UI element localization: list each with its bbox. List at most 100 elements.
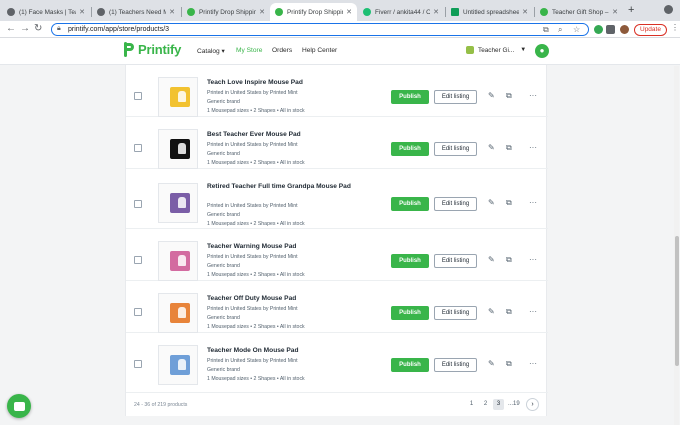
nav-orders[interactable]: Orders: [272, 47, 292, 54]
row-checkbox[interactable]: [134, 200, 142, 208]
browser-tab[interactable]: Untitled spreadsheet ✕: [446, 3, 533, 21]
duplicate-icon[interactable]: ⧉: [506, 255, 512, 265]
reload-icon[interactable]: ↻: [34, 23, 42, 35]
product-thumbnail[interactable]: [158, 345, 198, 385]
browser-menu-icon[interactable]: ⋮: [671, 23, 679, 32]
close-icon[interactable]: ✕: [522, 8, 528, 16]
product-thumbnail[interactable]: [158, 241, 198, 281]
edit-pencil-icon[interactable]: ✎: [488, 143, 495, 152]
close-icon[interactable]: ✕: [169, 8, 175, 16]
extensions-puzzle-icon[interactable]: [606, 25, 615, 34]
nav-help-center[interactable]: Help Center: [302, 47, 337, 54]
product-thumbnail[interactable]: [158, 293, 198, 333]
more-options-icon[interactable]: ···: [529, 255, 537, 264]
page-3-current[interactable]: 3: [493, 399, 504, 410]
edit-pencil-icon[interactable]: ✎: [488, 91, 495, 100]
pagination-bar: 24 - 36 of 219 products 1 2 3 ...19 ›: [126, 392, 548, 416]
row-checkbox[interactable]: [134, 256, 142, 264]
page-1-link[interactable]: 1: [466, 399, 477, 410]
close-icon[interactable]: ✕: [259, 8, 265, 16]
scrollbar-thumb[interactable]: [675, 236, 679, 366]
duplicate-icon[interactable]: ⧉: [506, 359, 512, 369]
browser-tab[interactable]: (1) Teachers Need M ✕: [92, 3, 180, 21]
mousepad-image: [170, 193, 190, 213]
duplicate-icon[interactable]: ⧉: [506, 91, 512, 101]
printify-logo[interactable]: Printify: [123, 42, 181, 57]
install-app-icon[interactable]: ⧉: [543, 25, 549, 35]
product-variants: 1 Mousepad sizes • 2 Shapes • All in sto…: [207, 376, 305, 382]
update-button[interactable]: Update: [634, 24, 667, 36]
duplicate-icon[interactable]: ⧉: [506, 143, 512, 153]
close-icon[interactable]: ✕: [433, 8, 439, 16]
store-selector[interactable]: Teacher Gi... ▼: [466, 46, 526, 54]
publish-button[interactable]: Publish: [391, 90, 429, 104]
sheets-icon: [451, 8, 459, 16]
edit-pencil-icon[interactable]: ✎: [488, 307, 495, 316]
user-avatar[interactable]: ●: [535, 44, 549, 58]
row-checkbox[interactable]: [134, 360, 142, 368]
more-options-icon[interactable]: ···: [529, 91, 537, 100]
page-2-link[interactable]: 2: [480, 399, 491, 410]
more-options-icon[interactable]: ···: [529, 307, 537, 316]
edit-pencil-icon[interactable]: ✎: [488, 359, 495, 368]
publish-button[interactable]: Publish: [391, 142, 429, 156]
nav-catalog[interactable]: Catalog ▾: [197, 47, 225, 55]
lock-icon[interactable]: 🔒︎: [57, 25, 61, 33]
page-19-link[interactable]: ...19: [506, 399, 522, 410]
publish-button[interactable]: Publish: [391, 358, 429, 372]
nav-my-store[interactable]: My Store: [236, 47, 262, 54]
product-thumbnail[interactable]: [158, 77, 198, 117]
product-title[interactable]: Teacher Warning Mouse Pad: [207, 243, 357, 252]
row-checkbox[interactable]: [134, 308, 142, 316]
row-checkbox[interactable]: [134, 144, 142, 152]
product-thumbnail[interactable]: [158, 129, 198, 169]
duplicate-icon[interactable]: ⧉: [506, 307, 512, 317]
close-icon[interactable]: ✕: [346, 8, 352, 16]
profile-avatar-icon[interactable]: [620, 25, 629, 34]
browser-tab[interactable]: Fiverr / ankita44 / Or ✕: [358, 3, 444, 21]
product-title[interactable]: Retired Teacher Full time Grandpa Mouse …: [207, 183, 357, 192]
chat-support-button[interactable]: [7, 394, 31, 418]
results-count: 24 - 36 of 219 products: [134, 402, 188, 408]
more-options-icon[interactable]: ···: [529, 143, 537, 152]
edit-listing-button[interactable]: Edit listing: [434, 306, 477, 320]
product-brand: Generic brand: [207, 315, 240, 321]
bookmark-star-icon[interactable]: ☆: [573, 25, 580, 34]
row-checkbox[interactable]: [134, 92, 142, 100]
edit-listing-button[interactable]: Edit listing: [434, 142, 477, 156]
edit-listing-button[interactable]: Edit listing: [434, 358, 477, 372]
browser-tab[interactable]: Printify Drop Shippin ✕: [182, 3, 270, 21]
address-bar[interactable]: 🔒︎ printify.com/app/store/products/3 ⧉ ⌕…: [51, 23, 589, 36]
browser-tab-active[interactable]: Printify Drop Shippin ✕: [270, 3, 357, 21]
edit-listing-button[interactable]: Edit listing: [434, 197, 477, 211]
window-control-icon[interactable]: [664, 5, 673, 14]
more-options-icon[interactable]: ···: [529, 359, 537, 368]
forward-icon[interactable]: →: [20, 23, 30, 35]
product-title[interactable]: Teacher Off Duty Mouse Pad: [207, 295, 357, 304]
extension-drive-icon[interactable]: [594, 25, 603, 34]
close-icon[interactable]: ✕: [612, 8, 618, 16]
product-title[interactable]: Best Teacher Ever Mouse Pad: [207, 131, 357, 140]
new-tab-button[interactable]: +: [628, 4, 634, 16]
edit-pencil-icon[interactable]: ✎: [488, 198, 495, 207]
url-text[interactable]: printify.com/app/store/products/3: [68, 26, 169, 33]
back-icon[interactable]: ←: [6, 23, 16, 35]
product-thumbnail[interactable]: [158, 183, 198, 223]
product-title[interactable]: Teacher Mode On Mouse Pad: [207, 347, 357, 356]
publish-button[interactable]: Publish: [391, 197, 429, 211]
search-icon[interactable]: ⌕: [558, 25, 562, 35]
browser-tab[interactable]: (1) Face Masks | Teac ✕: [2, 3, 90, 21]
duplicate-icon[interactable]: ⧉: [506, 198, 512, 208]
edit-pencil-icon[interactable]: ✎: [488, 255, 495, 264]
product-row: Teach Love Inspire Mouse Pad Printed in …: [126, 65, 548, 117]
app-header: Printify Catalog ▾ My Store Orders Help …: [0, 38, 680, 65]
edit-listing-button[interactable]: Edit listing: [434, 90, 477, 104]
product-title[interactable]: Teach Love Inspire Mouse Pad: [207, 79, 357, 88]
close-icon[interactable]: ✕: [79, 8, 85, 16]
edit-listing-button[interactable]: Edit listing: [434, 254, 477, 268]
next-page-button[interactable]: ›: [526, 398, 539, 411]
browser-tab[interactable]: Teacher Gift Shop – F ✕: [535, 3, 623, 21]
publish-button[interactable]: Publish: [391, 306, 429, 320]
publish-button[interactable]: Publish: [391, 254, 429, 268]
more-options-icon[interactable]: ···: [529, 198, 537, 207]
